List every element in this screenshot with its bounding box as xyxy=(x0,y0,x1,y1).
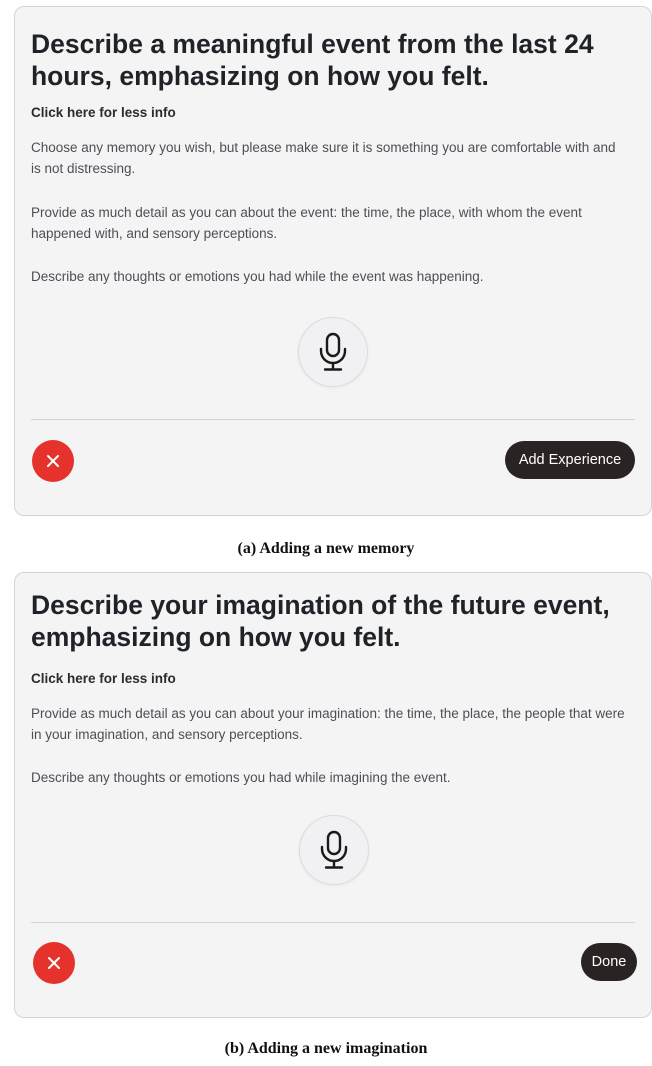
figure-caption: (a) Adding a new memory xyxy=(237,540,415,557)
dialog-title: Describe your imagination of the future … xyxy=(31,590,610,652)
dialog-title: Describe a meaningful event from the las… xyxy=(31,29,594,91)
instruction-text: Provide as much detail as you can about … xyxy=(31,706,625,742)
cancel-button[interactable] xyxy=(32,440,74,482)
record-button[interactable] xyxy=(299,815,369,885)
cancel-button[interactable] xyxy=(33,942,75,984)
figure-caption: (b) Adding a new imagination xyxy=(224,1040,428,1057)
done-button[interactable]: Done xyxy=(581,943,637,981)
record-button[interactable] xyxy=(298,317,368,387)
divider xyxy=(31,922,635,923)
close-icon xyxy=(48,957,60,969)
add-experience-button[interactable]: Add Experience xyxy=(505,441,635,479)
instruction-text: Choose any memory you wish, but please m… xyxy=(31,140,616,176)
memory-dialog: Describe a meaningful event from the las… xyxy=(14,6,652,516)
close-icon xyxy=(47,455,59,467)
less-info-link[interactable]: Click here for less info xyxy=(31,671,176,686)
instruction-text: Describe any thoughts or emotions you ha… xyxy=(31,770,451,785)
instruction-text: Provide as much detail as you can about … xyxy=(31,205,582,241)
divider xyxy=(31,419,635,420)
less-info-link[interactable]: Click here for less info xyxy=(31,105,176,120)
instruction-text: Describe any thoughts or emotions you ha… xyxy=(31,269,484,284)
microphone-icon xyxy=(319,332,347,371)
microphone-icon xyxy=(320,830,348,869)
imagination-dialog: Describe your imagination of the future … xyxy=(14,572,652,1018)
